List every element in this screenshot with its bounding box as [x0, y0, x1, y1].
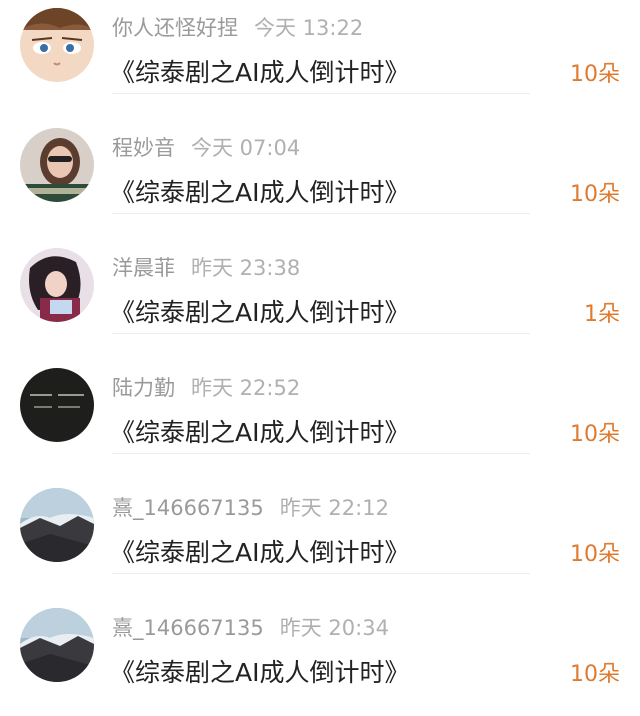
- timestamp: 今天 13:22: [254, 16, 364, 40]
- gift-record-list: 你人还怪好捏 今天 13:22 《综泰剧之AI成人倒计时》 10朵 程妙音 今天 0…: [0, 0, 640, 694]
- book-title[interactable]: 《综泰剧之AI成人倒计时》: [110, 420, 409, 445]
- avatar[interactable]: [20, 368, 94, 442]
- sender-name[interactable]: 程妙音: [112, 136, 175, 160]
- list-item[interactable]: 熹_146667135 昨天 20:34 《综泰剧之AI成人倒计时》 10朵: [0, 574, 640, 694]
- book-title[interactable]: 《综泰剧之AI成人倒计时》: [110, 540, 409, 565]
- anime-face-avatar-image: [20, 8, 94, 82]
- flower-count: 1朵: [584, 302, 620, 327]
- flower-count: 10朵: [570, 662, 620, 687]
- flower-count: 10朵: [570, 182, 620, 207]
- mountain-landscape-avatar-image: [20, 488, 94, 562]
- dark-text-avatar-image: [20, 368, 94, 442]
- avatar[interactable]: [20, 608, 94, 682]
- mountain-landscape-avatar-image: [20, 608, 94, 682]
- timestamp: 昨天 22:12: [279, 496, 389, 520]
- list-item[interactable]: 程妙音 今天 07:04 《综泰剧之AI成人倒计时》 10朵: [0, 94, 640, 214]
- flower-count: 10朵: [570, 422, 620, 447]
- book-title[interactable]: 《综泰剧之AI成人倒计时》: [110, 180, 409, 205]
- sender-name[interactable]: 熹_146667135: [112, 616, 264, 640]
- timestamp: 昨天 22:52: [191, 376, 301, 400]
- timestamp: 昨天 20:34: [279, 616, 389, 640]
- book-title[interactable]: 《综泰剧之AI成人倒计时》: [110, 60, 409, 85]
- sender-name[interactable]: 洋晨菲: [112, 256, 175, 280]
- book-title[interactable]: 《综泰剧之AI成人倒计时》: [110, 660, 409, 685]
- avatar[interactable]: [20, 488, 94, 562]
- woman-portrait-avatar-image: [20, 128, 94, 202]
- timestamp: 昨天 23:38: [191, 256, 301, 280]
- avatar[interactable]: [20, 248, 94, 322]
- flower-count: 10朵: [570, 542, 620, 567]
- sender-name[interactable]: 你人还怪好捏: [112, 16, 238, 40]
- list-item[interactable]: 你人还怪好捏 今天 13:22 《综泰剧之AI成人倒计时》 10朵: [0, 0, 640, 94]
- girl-photo-avatar-image: [20, 248, 94, 322]
- sender-name[interactable]: 熹_146667135: [112, 496, 264, 520]
- timestamp: 今天 07:04: [191, 136, 301, 160]
- avatar[interactable]: [20, 128, 94, 202]
- list-item[interactable]: 洋晨菲 昨天 23:38 《综泰剧之AI成人倒计时》 1朵: [0, 214, 640, 334]
- flower-count: 10朵: [570, 62, 620, 87]
- avatar[interactable]: [20, 8, 94, 82]
- list-item[interactable]: 陆力勤 昨天 22:52 《综泰剧之AI成人倒计时》 10朵: [0, 334, 640, 454]
- list-item[interactable]: 熹_146667135 昨天 22:12 《综泰剧之AI成人倒计时》 10朵: [0, 454, 640, 574]
- sender-name[interactable]: 陆力勤: [112, 376, 175, 400]
- book-title[interactable]: 《综泰剧之AI成人倒计时》: [110, 300, 409, 325]
